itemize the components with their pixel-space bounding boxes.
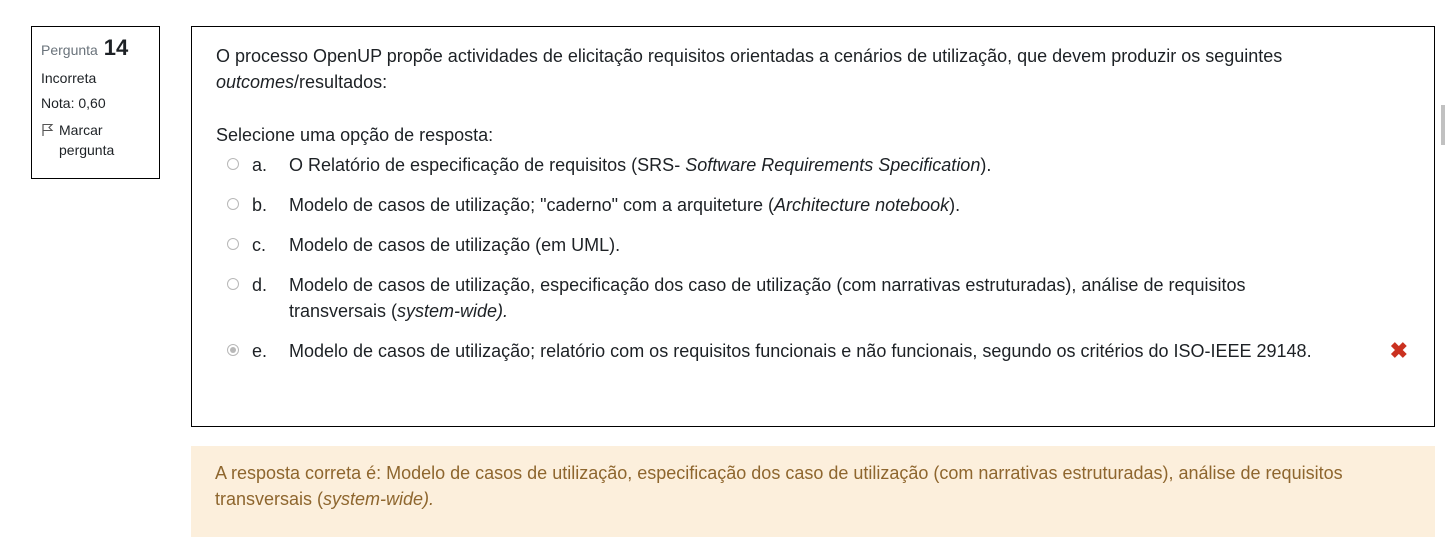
option-text: O Relatório de especificação de requisit… [289, 152, 1339, 178]
option-text: Modelo de casos de utilização (em UML). [289, 235, 621, 255]
answer-option-a[interactable]: a. O Relatório de especificação de requi… [216, 152, 1410, 178]
radio-a[interactable] [227, 158, 239, 170]
question-grade: Nota: 0,60 [41, 95, 106, 111]
question-text-italic: outcomes [216, 72, 295, 92]
radio-d[interactable] [227, 278, 239, 290]
option-text: Modelo de casos de utilização, especific… [289, 272, 1339, 324]
option-text-after: ). [949, 195, 961, 215]
flag-icon [42, 123, 54, 136]
option-letter: b. [252, 195, 268, 215]
option-letter: e. [252, 341, 268, 361]
radio-e-selected[interactable] [227, 344, 239, 356]
question-info-panel: Pergunta 14 Incorreta Nota: 0,60 Marcar … [31, 26, 160, 179]
flag-question-link[interactable]: Marcar pergunta [41, 120, 150, 160]
question-number: 14 [103, 35, 129, 60]
answer-prompt: Selecione uma opção de resposta: [216, 125, 494, 145]
question-status: Incorreta [41, 70, 97, 86]
answer-option-c[interactable]: c. Modelo de casos de utilização (em UML… [216, 232, 1410, 258]
option-text-main: Modelo de casos de utilização; "caderno"… [289, 195, 775, 215]
option-text: Modelo de casos de utilização; relatório… [289, 341, 1312, 361]
answer-option-b[interactable]: b. Modelo de casos de utilização; "cader… [216, 192, 1410, 218]
option-text-after: ). [980, 155, 992, 175]
answer-option-e[interactable]: e. Modelo de casos de utilização; relató… [216, 338, 1410, 364]
radio-b[interactable] [227, 198, 239, 210]
option-text-italic: Software Requirements Specification [685, 155, 981, 175]
option-text-main: O Relatório de especificação de requisit… [289, 155, 686, 175]
option-text: Modelo de casos de utilização; "caderno"… [289, 192, 1339, 218]
option-text-italic: Architecture notebook [774, 195, 950, 215]
answer-options: a. O Relatório de especificação de requi… [216, 152, 1410, 364]
question-heading: Pergunta 14 [41, 35, 150, 61]
option-letter: c. [252, 235, 267, 255]
option-letter: d. [252, 275, 268, 295]
flag-label: Marcar pergunta [59, 122, 115, 158]
question-text: O processo OpenUP propõe actividades de … [216, 43, 1410, 95]
question-text-part2: /resultados: [294, 72, 388, 92]
correct-answer-feedback: A resposta correta é: Modelo de casos de… [191, 446, 1435, 537]
question-content: O processo OpenUP propõe actividades de … [191, 26, 1435, 427]
option-letter: a. [252, 155, 268, 175]
feedback-text-italic: system-wide). [323, 489, 435, 509]
incorrect-icon: ✖ [1389, 338, 1408, 363]
scrollbar-thumb[interactable] [1441, 105, 1445, 145]
answer-option-d[interactable]: d. Modelo de casos de utilização, especi… [216, 272, 1410, 324]
radio-c[interactable] [227, 238, 239, 250]
question-text-part1: O processo OpenUP propõe actividades de … [216, 46, 1283, 66]
option-text-italic: system-wide). [397, 301, 509, 321]
question-label: Pergunta [41, 42, 98, 58]
